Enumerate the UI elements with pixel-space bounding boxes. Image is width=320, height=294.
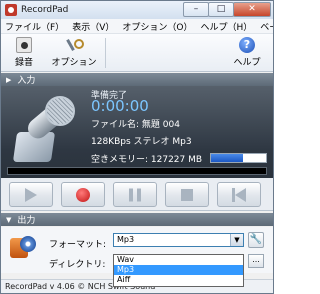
waveform-display: [7, 167, 267, 175]
record-dot-icon: [76, 187, 90, 202]
input-panel: 準備完了 0:00:00 ファイル名: 無題 004 128KBps ステレオ …: [1, 86, 273, 178]
menu-help[interactable]: ヘルプ（H）: [196, 20, 256, 33]
format-option-aiff[interactable]: Aiff: [114, 275, 243, 285]
pause-icon: [129, 188, 141, 201]
record-button[interactable]: [61, 182, 105, 207]
rewind-button[interactable]: [217, 182, 261, 207]
close-button[interactable]: ✕: [233, 2, 271, 17]
record-icon: [16, 37, 32, 53]
toolbar-separator: [105, 38, 106, 68]
format-select[interactable]: Mp3 ▼: [113, 233, 244, 247]
format-label: フォーマット:: [49, 240, 107, 250]
format-dropdown-list: Wav Mp3 Aiff: [113, 254, 244, 287]
collapse-arrow-icon: ▼: [6, 215, 12, 224]
options-toolbar-label: オプション: [51, 58, 97, 68]
menu-options[interactable]: オプション（O）: [118, 20, 196, 33]
stop-button[interactable]: [165, 182, 209, 207]
play-icon: [25, 187, 37, 202]
output-header-label: 出力: [17, 216, 36, 226]
options-icon: [66, 37, 84, 53]
rewind-icon: [232, 187, 246, 202]
maximize-button[interactable]: □: [208, 2, 234, 17]
options-toolbar-button[interactable]: オプション: [47, 37, 101, 70]
menu-beta[interactable]: ベータ: [256, 20, 273, 33]
app-icon: [5, 4, 17, 16]
format-option-mp3[interactable]: Mp3: [114, 265, 243, 275]
filename-text: ファイル名: 無題 004: [91, 120, 180, 130]
window-title: RecordPad: [21, 5, 69, 15]
menu-file[interactable]: ファイル（F）: [1, 20, 68, 33]
play-button[interactable]: [9, 182, 53, 207]
level-meter-fill: [211, 154, 243, 162]
output-disc-icon: [10, 234, 38, 260]
title-bar: RecordPad – □ ✕: [1, 1, 273, 19]
help-toolbar-button[interactable]: ? ヘルプ: [227, 37, 267, 70]
format-settings-button[interactable]: 🔧: [248, 232, 264, 248]
transport-controls: [1, 178, 273, 211]
input-header-label: 入力: [17, 76, 36, 86]
microphone-icon: [9, 92, 81, 166]
expand-arrow-icon: ▶: [6, 75, 12, 84]
free-memory-text: 空きメモリー: 127227 MB: [91, 155, 203, 165]
toolbar: 録音 オプション ? ヘルプ: [1, 34, 273, 72]
format-option-wav[interactable]: Wav: [114, 255, 243, 265]
time-counter: 0:00:00: [91, 97, 149, 115]
help-icon: ?: [239, 37, 255, 53]
minimize-button[interactable]: –: [183, 2, 209, 17]
recordpad-window: RecordPad – □ ✕ ファイル（F） 表示（V） オプション（O） ヘ…: [0, 0, 274, 294]
window-controls: – □ ✕: [183, 2, 271, 17]
directory-label: ディレクトリ:: [49, 260, 106, 270]
menu-view[interactable]: 表示（V）: [68, 20, 118, 33]
format-info-text: 128KBps ステレオ Mp3: [91, 137, 192, 147]
browse-button[interactable]: ...: [248, 254, 264, 268]
chevron-down-icon[interactable]: ▼: [230, 234, 243, 246]
menu-bar: ファイル（F） 表示（V） オプション（O） ヘルプ（H） ベータ: [1, 19, 273, 34]
input-section-header[interactable]: ▶ 入力: [1, 73, 273, 86]
format-select-value: Mp3: [117, 235, 135, 244]
level-meter: [210, 153, 267, 163]
pause-button[interactable]: [113, 182, 157, 207]
stop-icon: [181, 188, 193, 201]
record-toolbar-button[interactable]: 録音: [7, 37, 41, 70]
record-toolbar-label: 録音: [14, 58, 33, 68]
output-section-header[interactable]: ▼ 出力: [1, 213, 273, 226]
help-toolbar-label: ヘルプ: [233, 58, 261, 68]
